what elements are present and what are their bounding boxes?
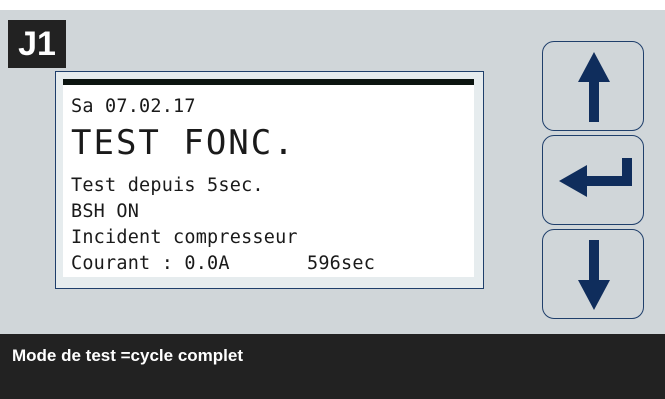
lcd-incident: Incident compresseur [71,227,298,248]
arrow-down-icon [578,240,610,310]
lcd-current: Courant : 0.0A [71,253,230,274]
lcd-date: Sa 07.02.17 [71,96,196,117]
device-panel: J1 Sa 07.02.17 TEST FONC. Test depuis 5s… [0,10,665,334]
down-button[interactable] [542,229,644,319]
enter-button[interactable] [542,135,644,225]
lcd-screen: Sa 07.02.17 TEST FONC. Test depuis 5sec.… [63,79,474,277]
up-button[interactable] [542,41,644,131]
section-tag: J1 [8,20,66,68]
caption-text: Mode de test =cycle complet [12,346,243,365]
arrow-up-icon [578,52,610,122]
caption-bar: Mode de test =cycle complet [0,334,665,399]
lcd-bsh-status: BSH ON [71,201,140,222]
lcd-test-duration: Test depuis 5sec. [71,175,264,196]
lcd-seconds: 596sec [307,253,376,274]
lcd-display: Sa 07.02.17 TEST FONC. Test depuis 5sec.… [55,71,484,289]
lcd-current-line: Courant : 0.0A 596sec [71,253,375,274]
lcd-title: TEST FONC. [71,123,296,163]
enter-icon [559,158,632,197]
